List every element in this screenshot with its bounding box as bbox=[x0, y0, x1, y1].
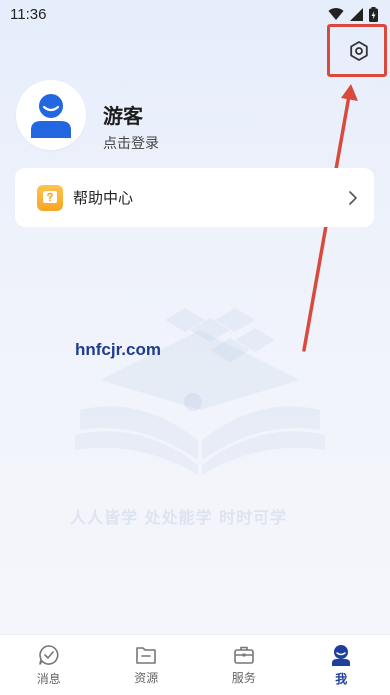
tab-messages[interactable]: 消息 bbox=[0, 635, 98, 695]
profile-icon bbox=[332, 644, 351, 666]
help-icon bbox=[37, 184, 63, 211]
help-center-label: 帮助中心 bbox=[73, 189, 134, 207]
tab-services[interactable]: 服务 bbox=[195, 635, 293, 695]
tab-label: 资源 bbox=[134, 670, 159, 685]
tab-label: 消息 bbox=[36, 671, 61, 686]
signal-icon bbox=[350, 7, 363, 21]
highlight-box bbox=[327, 24, 387, 77]
chevron-right-icon bbox=[349, 190, 358, 205]
briefcase-icon bbox=[233, 646, 254, 664]
watermark-url: hnfcjr.com bbox=[75, 340, 161, 359]
username: 游客 bbox=[103, 104, 143, 128]
help-center-item[interactable]: 帮助中心 bbox=[15, 168, 374, 227]
user-avatar-icon bbox=[31, 94, 71, 138]
folder-icon bbox=[136, 646, 157, 664]
tab-label: 我 bbox=[335, 671, 348, 686]
battery-icon bbox=[369, 6, 378, 22]
tab-label: 服务 bbox=[231, 670, 256, 685]
watermark-logo bbox=[75, 308, 325, 475]
tab-resources[interactable]: 资源 bbox=[98, 635, 196, 695]
message-icon bbox=[38, 644, 59, 665]
tab-me[interactable]: 我 bbox=[293, 635, 390, 695]
wifi-icon bbox=[328, 8, 344, 20]
login-link[interactable]: 点击登录 bbox=[103, 133, 159, 153]
status-icons bbox=[328, 6, 378, 22]
bottom-tab-bar: 消息 资源 服务 我 bbox=[0, 634, 390, 695]
status-time: 11:36 bbox=[10, 5, 47, 23]
watermark-slogan: 人人皆学 处处能学 时时可学 bbox=[70, 508, 288, 527]
avatar[interactable] bbox=[16, 80, 86, 150]
